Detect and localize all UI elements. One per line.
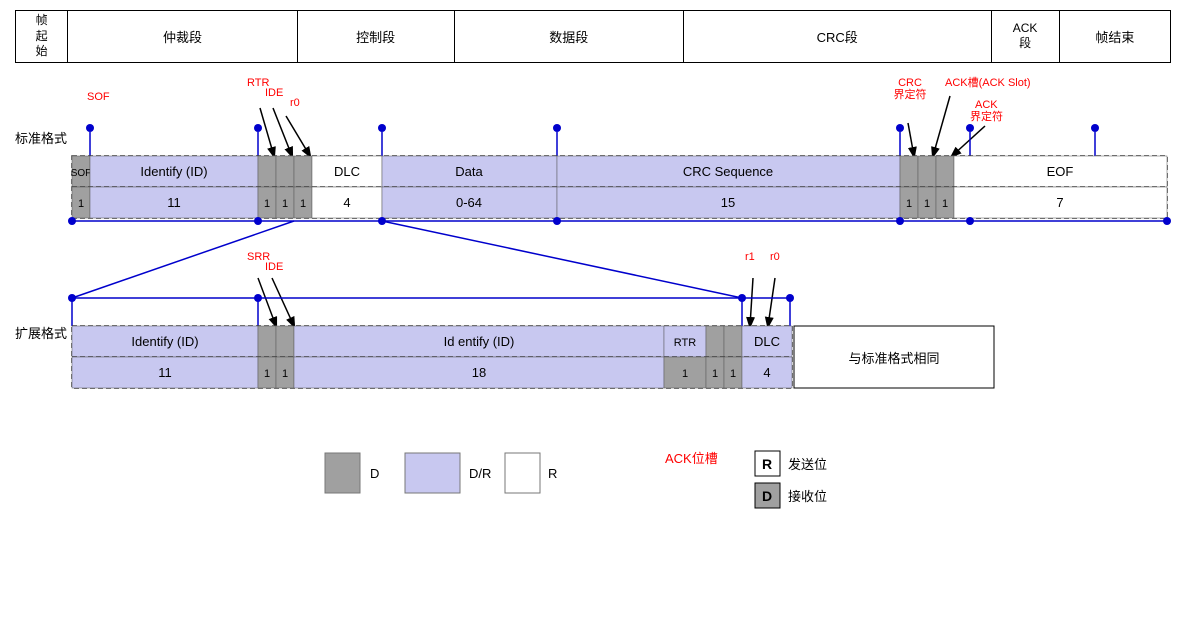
ext-top-r0-cell — [724, 326, 742, 357]
ext-bot-18-text: 18 — [472, 365, 486, 380]
header-ack: ACK段 — [991, 11, 1059, 63]
legend-r-box — [505, 453, 540, 493]
std-sof-label: SOF — [87, 91, 110, 103]
legend-dr-label: D/R — [469, 466, 491, 481]
legend-r-label: R — [548, 466, 557, 481]
std-rtr-arrow — [260, 108, 274, 156]
ext-top-id18-text: Id entify (ID) — [444, 334, 515, 349]
std-top-eof-text: EOF — [1047, 164, 1074, 179]
ext-top-srr-cell — [258, 326, 276, 357]
std-id-end-dot — [254, 124, 262, 132]
std-r0-label: r0 — [290, 97, 300, 109]
ext-top-rtr-text: RTR — [674, 337, 696, 349]
header-data: 数据段 — [454, 11, 683, 63]
std-ide-label: IDE — [265, 87, 283, 99]
std-bot-1b-text: 1 — [264, 198, 270, 210]
ext-bot-r1-text: 1 — [712, 368, 718, 380]
legend-ack-slot-label: ACK位槽 — [665, 451, 718, 466]
legend-d-box — [325, 453, 360, 493]
ext-same-text: 与标准格式相同 — [848, 351, 939, 366]
header-control: 控制段 — [297, 11, 454, 63]
std-ide-arrow — [273, 108, 292, 156]
std-bot-1e-text: 1 — [906, 198, 912, 210]
std-ack-slot-label: ACK槽(ACK Slot) — [945, 76, 1031, 89]
std-sof-dot — [86, 124, 94, 132]
ext-ide-arrow — [272, 278, 294, 326]
ext-bot-rtr1-text: 1 — [682, 368, 688, 380]
std-data-end-dot — [553, 124, 561, 132]
std-ack-delim-label: ACK — [975, 99, 998, 111]
ext-bot-4-text: 4 — [763, 365, 770, 380]
ext-r0-arrow — [768, 278, 775, 326]
std-top-data-text: Data — [455, 164, 483, 179]
main-diagram: 标准格式 SOF RTR IDE r0 CRC 界定符 ACK槽(ACK Slo… — [15, 68, 1171, 538]
std-top-crc-text: CRC Sequence — [683, 164, 773, 179]
std-top-crc-delim-cell — [900, 156, 918, 187]
std-top-rtr-cell — [258, 156, 276, 187]
std-bot-7-text: 7 — [1056, 195, 1063, 210]
std-bot-15-text: 15 — [721, 195, 735, 210]
header-arbitration: 仲裁段 — [68, 11, 297, 63]
std-bot-1c-text: 1 — [282, 198, 288, 210]
std-dlc-end-dot — [378, 124, 386, 132]
ext-r1-arrow — [750, 278, 753, 326]
header-frame-end: 帧结束 — [1059, 11, 1170, 63]
header-table: 帧起始 仲裁段 控制段 数据段 CRC段 ACK段 帧结束 — [15, 10, 1171, 63]
std-crc-end-dot — [896, 124, 904, 132]
legend-d-label: D — [370, 466, 379, 481]
ext-top-id-text: Identify (ID) — [131, 334, 198, 349]
ext-top-r1-cell — [706, 326, 724, 357]
std-crc-delim-label2: 界定符 — [894, 87, 927, 101]
std-bot-11-text: 11 — [167, 195, 181, 210]
std-bot-1g-text: 1 — [942, 198, 948, 210]
std-bot-1-text: 1 — [78, 198, 84, 210]
std-bot-4-text: 4 — [343, 195, 350, 210]
header-crc: CRC段 — [683, 11, 991, 63]
legend-recv-label: 接收位 — [788, 489, 827, 504]
std-top-ack-slot-cell — [918, 156, 936, 187]
ext-top-ide-cell — [276, 326, 294, 357]
ext-bot-1a-text: 1 — [264, 368, 270, 380]
ext-r1-label: r1 — [745, 251, 755, 263]
std-crc-delim-label: CRC — [898, 77, 922, 89]
ext-r0-label: r0 — [770, 251, 780, 263]
std-top-sof-text: SOF — [71, 168, 92, 179]
std-top-ide-cell — [276, 156, 294, 187]
std-bot-1f-text: 1 — [924, 198, 930, 210]
ext-bot-r0-text: 1 — [730, 368, 736, 380]
std-ack-end-dot — [966, 124, 974, 132]
std-bot-064-text: 0-64 — [456, 195, 482, 210]
std-top-ack-delim-cell — [936, 156, 954, 187]
std-bot-1d-text: 1 — [300, 198, 306, 210]
legend-ack-r-text: R — [762, 456, 772, 472]
std-top-id-text: Identify (ID) — [140, 164, 207, 179]
ext-srr-arrow — [258, 278, 276, 326]
ext-bot-1b-text: 1 — [282, 368, 288, 380]
legend-ack-d-text: D — [762, 488, 772, 504]
std-ack-delim-label2: 界定符 — [970, 109, 1003, 123]
diag-line-2 — [382, 221, 742, 298]
std-top-dlc-text: DLC — [334, 164, 360, 179]
std-top-r0-cell — [294, 156, 312, 187]
std-ack-slot-arrow — [933, 96, 950, 156]
legend-dr-box — [405, 453, 460, 493]
std-format-label: 标准格式 — [15, 131, 67, 146]
std-crc-delim-arrow — [908, 123, 914, 156]
legend-send-label: 发送位 — [788, 457, 827, 472]
std-end-dot — [1091, 124, 1099, 132]
ext-top-dlc-text: DLC — [754, 334, 780, 349]
main-container: 帧起始 仲裁段 控制段 数据段 CRC段 ACK段 帧结束 标准格式 SOF R… — [0, 0, 1186, 548]
ext-bot-11-text: 11 — [158, 365, 172, 380]
ext-format-label: 扩展格式 — [15, 326, 67, 341]
header-frame-start: 帧起始 — [16, 11, 68, 63]
ext-ide-label: IDE — [265, 261, 283, 273]
